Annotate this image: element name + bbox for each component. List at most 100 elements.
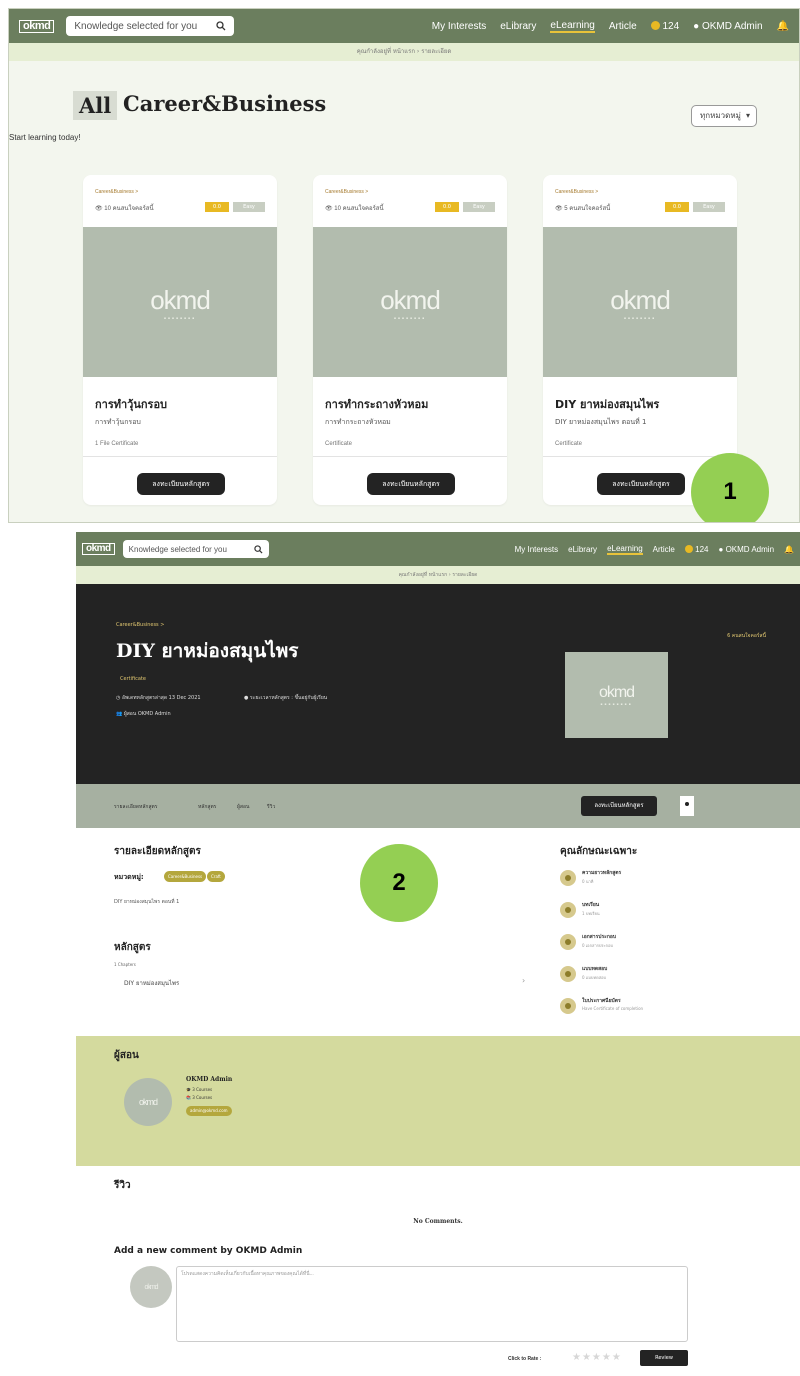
course-desc: DIY ยาหม่องสมุนไพร ตอนที่ 1	[555, 418, 647, 426]
course-name[interactable]: DIY ยาหม่องสมุนไพร	[555, 395, 659, 413]
course-card[interactable]: Career&Business > 👁 10 คนสนใจคอร์สนี้ 0.…	[83, 175, 277, 505]
enroll-button[interactable]: ลงทะเบียนหลักสูตร	[367, 473, 455, 495]
nav-my-interests[interactable]: My Interests	[432, 21, 486, 32]
course-name[interactable]: การทำวุ้นกรอบ	[95, 395, 167, 413]
book-icon	[560, 902, 576, 918]
reviews-section: รีวิว No Comments. Add a new comment by …	[76, 1166, 800, 1266]
feature-title: ใบประกาศนียบัตร	[582, 998, 621, 1004]
search-icon[interactable]	[253, 544, 263, 554]
feature-duration: ความยาวหลักสูตร 0 นาที	[560, 868, 760, 888]
course-card[interactable]: Career&Business > 👁 5 คนสนใจคอร์สนี้ 0.0…	[543, 175, 737, 505]
search-bar[interactable]: Knowledge selected for you	[122, 540, 269, 558]
card-category[interactable]: Career&Business >	[95, 189, 138, 195]
search-bar[interactable]: Knowledge selected for you	[66, 16, 235, 36]
course-thumbnail[interactable]: okmd ▪▪▪▪▪▪▪▪	[83, 227, 277, 377]
course-title: DIY ยาหม่องสมุนไพร	[116, 640, 299, 662]
nav-elearning[interactable]: eLearning	[550, 20, 595, 33]
course-thumbnail[interactable]: okmd ▪▪▪▪▪▪▪▪	[313, 227, 507, 377]
course-name[interactable]: การทำกระถางหัวหอม	[325, 395, 428, 413]
feature-title: เอกสารประกอบ	[582, 934, 617, 940]
card-views: 👁 10 คนสนใจคอร์สนี้	[325, 203, 384, 213]
coin-count: 124	[695, 544, 709, 554]
instructor-email[interactable]: admin@okmd.com	[186, 1106, 232, 1116]
eye-icon: 👁	[325, 206, 333, 212]
category-tag[interactable]: Career&Business	[164, 871, 207, 882]
question-icon	[560, 966, 576, 982]
enroll-button[interactable]: ลงทะเบียนหลักสูตร	[581, 796, 657, 816]
play-icon	[560, 870, 576, 886]
feature-sub: Have Certificate of completion	[582, 1006, 644, 1011]
comment-form: okmd โปรดแสดงความคิดเห็นเกี่ยวกับเนื้อหา…	[76, 1266, 800, 1376]
card-views: 👁 10 คนสนใจคอร์สนี้	[95, 203, 154, 213]
course-category[interactable]: Career&Business >	[116, 622, 164, 628]
divider	[313, 456, 507, 457]
card-views-text: 10 คนสนใจคอร์สนี้	[104, 206, 154, 212]
user-name: OKMD Admin	[725, 544, 775, 554]
card-category[interactable]: Career&Business >	[325, 189, 368, 195]
enroll-button[interactable]: ลงทะเบียนหลักสูตร	[597, 473, 685, 495]
course-details: รายละเอียดหลักสูตร หมวดหมู่: Career&Busi…	[76, 828, 800, 1036]
nav-elearning[interactable]: eLearning	[607, 544, 643, 555]
curriculum-heading: หลักสูตร	[114, 942, 151, 953]
updated-date-text: อัพเดทหลักสูตรล่าสุด 13 Dec 2021	[121, 695, 201, 701]
all-label: All	[73, 91, 118, 120]
search-icon[interactable]	[216, 21, 226, 31]
okmd-logo-image: okmd	[610, 284, 671, 315]
course-card[interactable]: Career&Business > 👁 10 คนสนใจคอร์สนี้ 0.…	[313, 175, 507, 505]
top-navbar: okmd Knowledge selected for you My Inter…	[9, 9, 799, 43]
tab-reviews[interactable]: รีวิว	[267, 803, 275, 811]
category-label: หมวดหมู่:	[114, 873, 144, 881]
bell-icon[interactable]: 🔔	[777, 21, 789, 32]
nav-my-interests[interactable]: My Interests	[515, 545, 559, 554]
course-card-list: Career&Business > 👁 10 คนสนใจคอร์สนี้ 0.…	[83, 175, 737, 505]
tab-curriculum[interactable]: หลักสูตร	[198, 803, 216, 811]
feature-title: บทเรียน	[582, 902, 600, 908]
card-views-text: 5 คนสนใจคอร์สนี้	[564, 206, 611, 212]
course-desc: การทำกระถางหัวหอม	[325, 418, 391, 426]
nav-elibrary[interactable]: eLibrary	[568, 545, 597, 554]
coin-balance[interactable]: 124	[684, 544, 709, 554]
review-button[interactable]: Review	[640, 1350, 688, 1366]
instructor-name[interactable]: OKMD Admin	[186, 1076, 232, 1083]
course-meta: Certificate	[325, 441, 353, 447]
bell-icon[interactable]: 🔔	[784, 545, 794, 554]
user-menu[interactable]: ● OKMD Admin	[718, 545, 774, 554]
nav-article[interactable]: Article	[653, 545, 675, 554]
category-tag[interactable]: Craft	[207, 871, 225, 882]
coin-balance[interactable]: 124	[650, 20, 680, 32]
top-navbar: okmd Knowledge selected for you My Inter…	[76, 532, 800, 566]
course-thumbnail[interactable]: okmd ▪▪▪▪▪▪▪▪	[543, 227, 737, 377]
comment-textarea[interactable]: โปรดแสดงความคิดเห็นเกี่ยวกับเนื้อหาคุณภา…	[176, 1266, 688, 1342]
updated-date: ◷ อัพเดทหลักสูตรล่าสุด 13 Dec 2021	[116, 694, 201, 702]
card-category[interactable]: Career&Business >	[555, 189, 598, 195]
document-icon	[560, 934, 576, 950]
bookmark-icon[interactable]	[680, 796, 694, 816]
nav-elibrary[interactable]: eLibrary	[500, 21, 536, 32]
features-heading: คุณลักษณะเฉพาะ	[560, 846, 638, 857]
star-rating[interactable]: ★★★★★	[572, 1352, 622, 1363]
instructor-heading: ผู้สอน	[114, 1050, 139, 1061]
search-input[interactable]: Knowledge selected for you	[129, 545, 254, 554]
tab-instructor[interactable]: ผู้สอน	[237, 803, 249, 811]
chevron-right-icon[interactable]: ›	[522, 976, 525, 985]
tab-details[interactable]: รายละเอียดหลักสูตร	[114, 803, 157, 811]
okmd-logo[interactable]: okmd	[19, 19, 55, 33]
users-icon: 👥	[116, 711, 123, 717]
instructor-courses-text: 3 Courses	[192, 1095, 213, 1100]
coin-count: 124	[662, 20, 680, 32]
nav-article[interactable]: Article	[609, 21, 637, 32]
step-marker-1: 1	[691, 453, 769, 522]
rating-badge: 0.0	[665, 202, 689, 212]
course-views: 6 คนสนใจคอร์สนี้	[727, 633, 766, 639]
category-select[interactable]: ทุกหมวดหมู่ ▾	[691, 105, 757, 127]
search-input[interactable]: Knowledge selected for you	[74, 21, 216, 32]
course-tabs: รายละเอียดหลักสูตร หลักสูตร ผู้สอน รีวิว…	[76, 784, 800, 828]
okmd-logo[interactable]: okmd	[82, 543, 115, 555]
user-menu[interactable]: ● OKMD Admin	[693, 21, 762, 32]
chapter-item[interactable]: DIY ยาหม่องสมุนไพร	[124, 978, 179, 988]
feature-lessons: บทเรียน 1 บทเรียน	[560, 900, 760, 920]
enroll-button[interactable]: ลงทะเบียนหลักสูตร	[137, 473, 225, 495]
step-marker-2: 2	[360, 844, 438, 922]
okmd-logo-image: okmd	[598, 684, 635, 701]
course-duration: ● ระยะเวลาหลักสูตร : ขึ้นอยู่กับผู้เรียน	[244, 694, 327, 702]
